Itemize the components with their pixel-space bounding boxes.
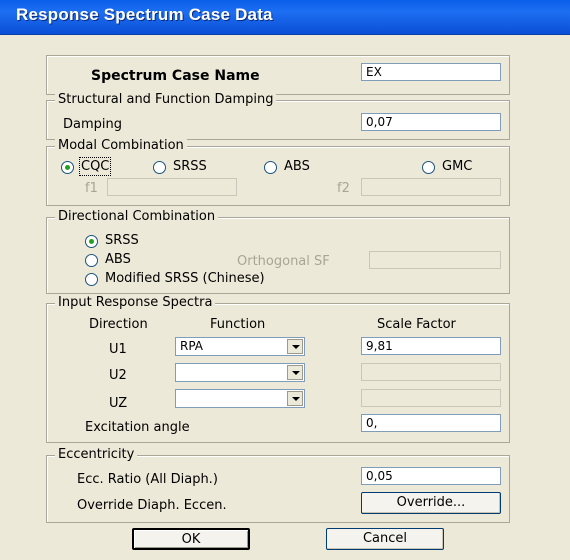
chevron-down-icon[interactable] [287,365,303,380]
dir-abs-radio[interactable] [85,254,98,267]
dir-srss-label[interactable]: SRSS [105,233,139,248]
case-name-input[interactable]: EX [361,63,501,81]
ok-button[interactable]: OK [132,528,250,550]
window-title: Response Spectrum Case Data [16,5,273,24]
u2-function-select[interactable] [175,363,305,382]
directional-combination-group: Directional Combination SRSS ABS Orthogo… [46,209,510,294]
dir-abs-label[interactable]: ABS [105,252,131,267]
uz-label: UZ [109,396,128,411]
gmc-radio[interactable] [422,161,435,174]
damping-group-title: Structural and Function Damping [55,92,277,107]
override-button[interactable]: Override... [361,492,501,514]
modal-combination-group: Modal Combination CQC SRSS ABS GMC f1 f2 [46,138,510,206]
cqc-label[interactable]: CQC [78,157,112,176]
input-spectra-group: Input Response Spectra Direction Functio… [46,295,510,443]
f2-input[interactable] [361,178,501,196]
abs-radio[interactable] [264,161,277,174]
modified-srss-label[interactable]: Modified SRSS (Chinese) [105,271,265,286]
chevron-down-icon[interactable] [287,391,303,406]
title-bar[interactable]: Response Spectrum Case Data [0,0,570,35]
ecc-ratio-label: Ecc. Ratio (All Diaph.) [77,472,218,487]
f1-label: f1 [85,181,98,196]
f2-label: f2 [337,181,350,196]
u1-label: U1 [109,342,127,357]
u2-label: U2 [109,368,127,383]
uz-scale-input[interactable] [361,389,501,407]
srss-radio[interactable] [153,161,166,174]
damping-group: Structural and Function Damping Damping … [46,92,510,140]
damping-input[interactable]: 0,07 [361,113,501,131]
directional-combination-title: Directional Combination [55,209,219,224]
direction-header: Direction [89,317,148,332]
scale-factor-header: Scale Factor [377,317,456,332]
u1-scale-input[interactable]: 9,81 [361,337,501,355]
excitation-angle-label: Excitation angle [85,420,190,435]
cancel-button[interactable]: Cancel [326,528,444,550]
f1-input[interactable] [107,178,237,196]
case-name-group: Spectrum Case Name EX [46,55,510,95]
abs-label[interactable]: ABS [284,159,310,174]
function-header: Function [210,317,266,332]
eccentricity-group: Eccentricity Ecc. Ratio (All Diaph.) 0,0… [46,447,510,523]
input-spectra-title: Input Response Spectra [55,295,216,310]
cqc-radio[interactable] [61,161,74,174]
modal-combination-title: Modal Combination [55,138,187,153]
u1-function-select[interactable]: RPA [175,337,305,356]
damping-label: Damping [63,117,122,132]
gmc-label[interactable]: GMC [442,159,472,174]
uz-function-select[interactable] [175,389,305,408]
dir-srss-radio[interactable] [85,235,98,248]
modified-srss-radio[interactable] [85,273,98,286]
eccentricity-title: Eccentricity [55,447,138,462]
excitation-angle-input[interactable]: 0, [361,414,501,432]
srss-label[interactable]: SRSS [173,159,207,174]
override-eccen-label: Override Diaph. Eccen. [77,498,227,513]
u2-scale-input[interactable] [361,363,501,381]
u1-function-value: RPA [180,339,204,353]
response-spectrum-dialog: Response Spectrum Case Data Spectrum Cas… [0,0,570,560]
case-name-label: Spectrum Case Name [91,68,260,84]
ecc-ratio-input[interactable]: 0,05 [361,467,501,485]
orthogonal-sf-label: Orthogonal SF [237,254,330,269]
chevron-down-icon[interactable] [287,339,303,354]
orthogonal-sf-input[interactable] [369,251,501,269]
